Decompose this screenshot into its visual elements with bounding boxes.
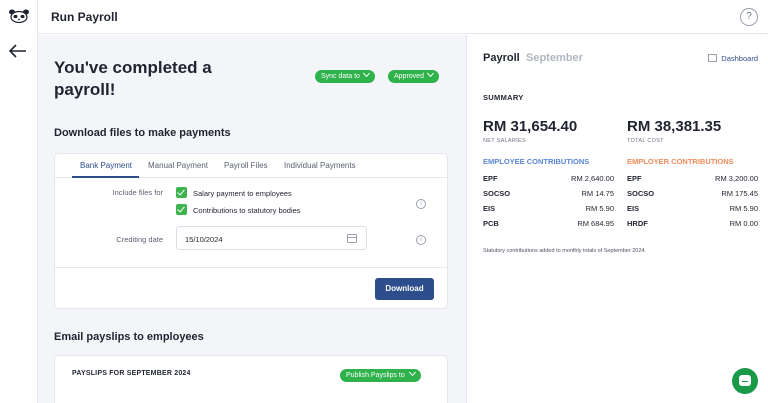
crediting-date-label: Crediting date <box>116 235 163 244</box>
panel-month: September <box>526 52 583 64</box>
employer-row-label: SOCSO <box>627 189 655 198</box>
info-icon[interactable]: i <box>416 199 426 209</box>
card-divider <box>55 267 447 268</box>
chevron-down-icon <box>362 69 370 78</box>
employee-row-value: RM 5.90 <box>585 204 614 213</box>
crediting-date-input[interactable]: 15/10/2024 <box>176 226 367 250</box>
tab-payroll-files[interactable]: Payroll Files <box>224 161 268 170</box>
arrow-left-icon[interactable] <box>9 44 27 58</box>
download-tabs: Bank Payment Manual Payment Payroll File… <box>55 154 447 178</box>
chevron-down-icon <box>408 368 416 377</box>
panda-logo-icon[interactable] <box>8 9 30 23</box>
download-heading: Download files to make payments <box>54 127 231 139</box>
employee-contributions-heading: EMPLOYEE CONTRIBUTIONS <box>483 157 590 166</box>
employee-row-label: PCB <box>483 219 499 228</box>
tab-bank-payment[interactable]: Bank Payment <box>80 161 132 170</box>
chevron-down-icon <box>426 69 435 78</box>
employer-row-value: RM 0.00 <box>729 219 758 228</box>
dashboard-icon <box>708 54 718 62</box>
tab-individual-payments[interactable]: Individual Payments <box>284 161 356 170</box>
employer-contributions-heading: EMPLOYER CONTRIBUTIONS <box>627 157 734 166</box>
top-bar: Run Payroll ? <box>38 0 768 34</box>
main-content: You've completed a payroll! Sync data to… <box>38 35 466 403</box>
statutory-contributions-checkbox[interactable] <box>176 204 187 215</box>
calendar-icon[interactable] <box>347 234 357 243</box>
approved-status-button[interactable]: Approved <box>388 69 439 83</box>
employee-row-label: SOCSO <box>483 189 511 198</box>
employer-row-value: RM 175.45 <box>721 189 758 198</box>
panel-title: Payroll <box>483 52 520 64</box>
salary-payment-checkbox[interactable] <box>176 187 187 198</box>
download-button[interactable]: Download <box>375 278 434 300</box>
tab-manual-payment[interactable]: Manual Payment <box>148 161 208 170</box>
employee-row-label: EIS <box>483 204 496 213</box>
info-icon[interactable]: i <box>416 235 426 245</box>
employer-row-value: RM 5.90 <box>729 204 758 213</box>
publish-label: Publish Payslips to <box>346 372 405 379</box>
dashboard-link[interactable]: Dashboard <box>708 53 758 63</box>
publish-payslips-button[interactable]: Publish Payslips to <box>340 368 421 382</box>
left-rail <box>0 0 38 403</box>
total-cost-caption: TOTAL COST <box>627 138 664 144</box>
employer-row-label: HRDF <box>627 219 648 228</box>
employee-row-value: RM 2,640.00 <box>571 174 614 183</box>
employee-row-value: RM 684.95 <box>577 219 614 228</box>
email-payslips-heading: Email payslips to employees <box>54 331 204 343</box>
employee-row-value: RM 14.75 <box>581 189 614 198</box>
payroll-summary-panel: Payroll September Dashboard SUMMARY RM 3… <box>466 35 768 403</box>
chat-icon[interactable] <box>732 368 758 394</box>
total-cost-value: RM 38,381.35 <box>627 118 722 135</box>
active-tab-indicator <box>72 176 139 178</box>
sync-data-button[interactable]: Sync data to <box>315 69 375 83</box>
statutory-note: Statutory contributions added to monthly… <box>483 248 646 254</box>
net-salaries-value: RM 31,654.40 <box>483 118 578 135</box>
question-icon[interactable]: ? <box>740 8 758 26</box>
crediting-date-value: 15/10/2024 <box>185 235 223 244</box>
payslips-card-title: PAYSLIPS FOR SEPTEMBER 2024 <box>72 370 191 377</box>
dashboard-label: Dashboard <box>721 54 758 63</box>
employer-row-value: RM 3,200.00 <box>715 174 758 183</box>
statutory-contributions-label: Contributions to statutory bodies <box>193 206 301 215</box>
employer-row-label: EPF <box>627 174 642 183</box>
employer-row-label: EIS <box>627 204 640 213</box>
salary-payment-label: Salary payment to employees <box>193 189 292 198</box>
net-salaries-caption: NET SALARIES <box>483 138 526 144</box>
email-payslips-card: PAYSLIPS FOR SEPTEMBER 2024 Publish Pays… <box>54 355 448 403</box>
include-files-label: Include files for <box>112 188 163 197</box>
approved-label: Approved <box>394 73 424 80</box>
download-card: Bank Payment Manual Payment Payroll File… <box>54 153 448 309</box>
sync-label: Sync data to <box>321 73 360 80</box>
completion-title: You've completed a payroll! <box>54 58 212 99</box>
app-title: Run Payroll <box>51 10 118 24</box>
summary-heading: SUMMARY <box>483 93 524 102</box>
employee-row-label: EPF <box>483 174 498 183</box>
